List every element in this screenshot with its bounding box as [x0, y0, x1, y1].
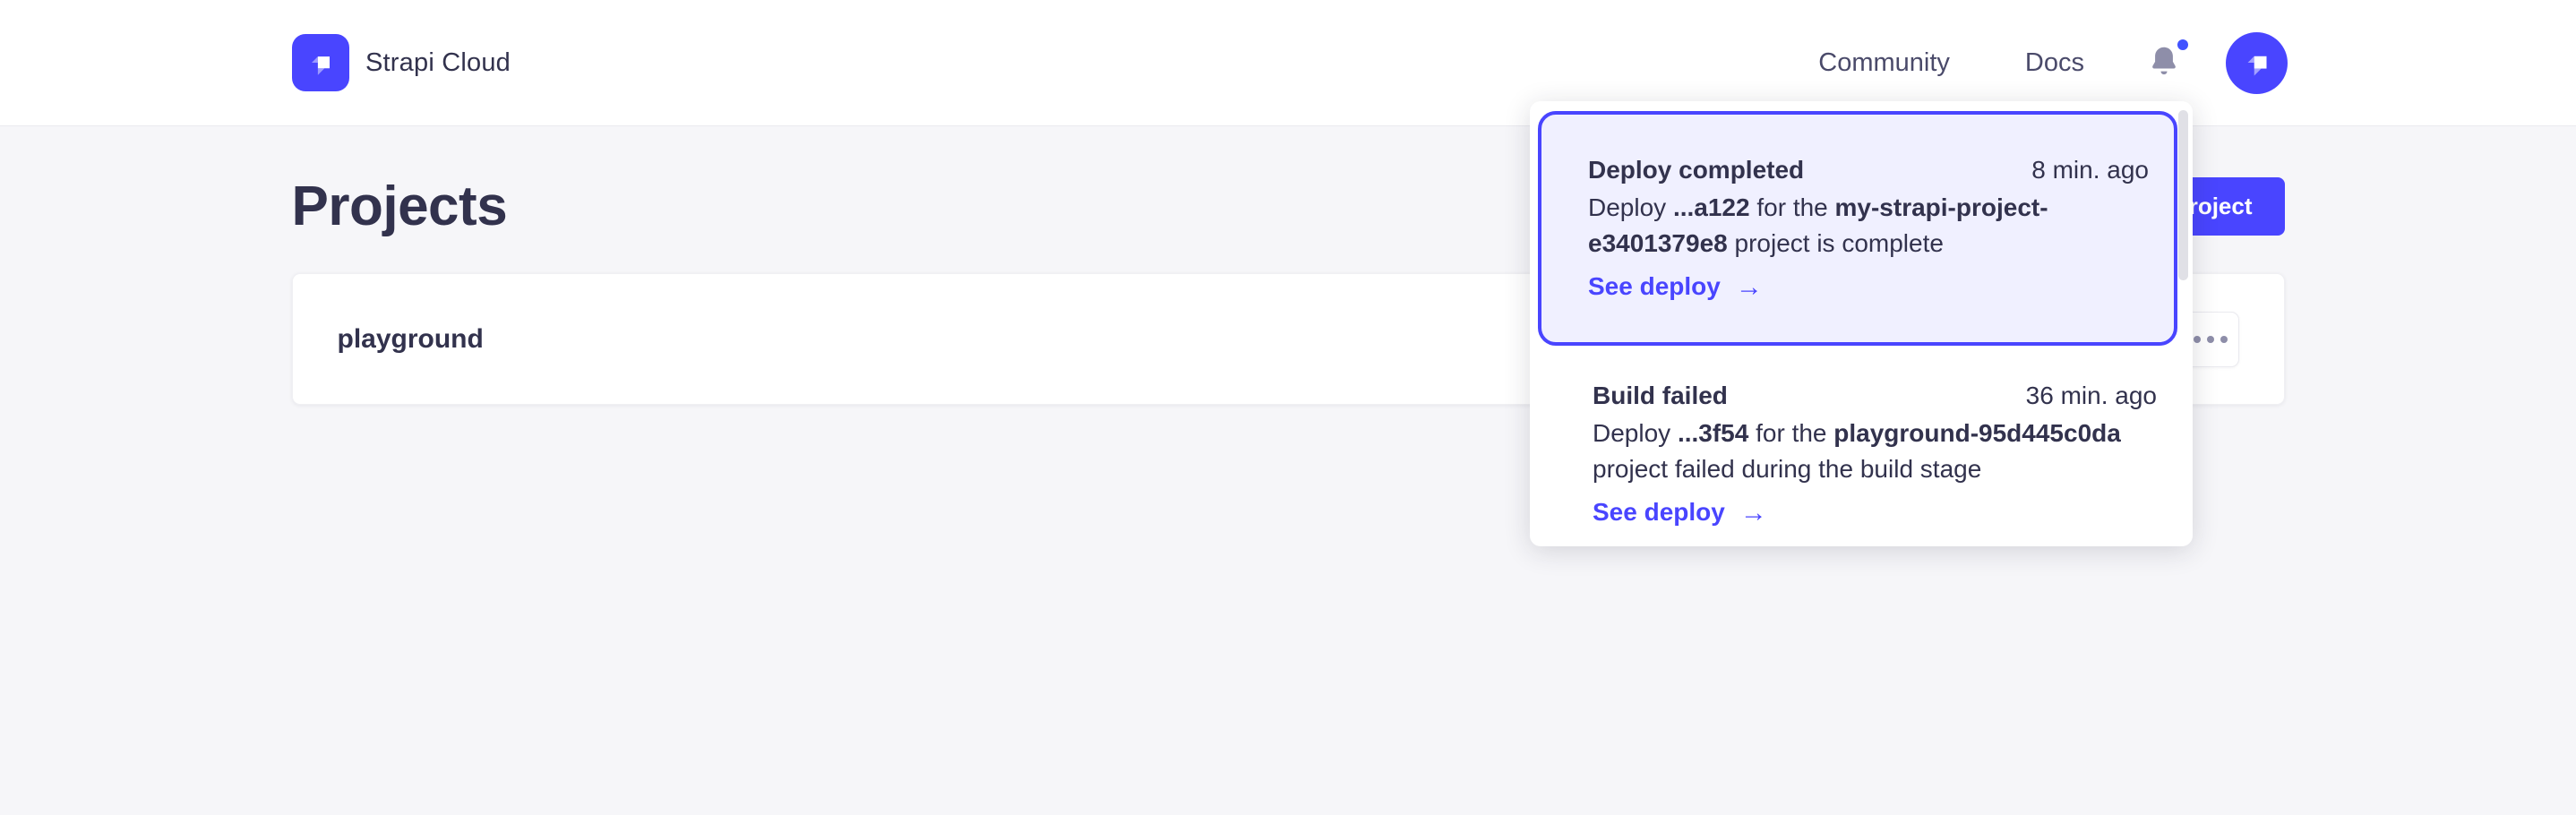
nav-links: Community Docs [1818, 32, 2288, 94]
project-name: playground [338, 324, 484, 355]
arrow-right-icon: → [1736, 274, 1763, 301]
ellipsis-icon [2220, 336, 2228, 343]
notification-header: Deploy completed 8 min. ago [1588, 152, 2149, 188]
nav-link-community[interactable]: Community [1818, 48, 1950, 78]
ellipsis-icon [2207, 336, 2214, 343]
ellipsis-icon [2194, 336, 2201, 343]
notification-title: Build failed [1593, 378, 1728, 414]
notification-item-deploy-completed[interactable]: Deploy completed 8 min. ago Deploy ...a1… [1538, 111, 2177, 346]
notifications-popover: Deploy completed 8 min. ago Deploy ...a1… [1530, 101, 2193, 546]
notification-timestamp: 36 min. ago [2026, 378, 2157, 414]
notification-header: Build failed 36 min. ago [1593, 378, 2157, 414]
brand[interactable]: Strapi Cloud [292, 34, 511, 91]
notification-dot [2177, 39, 2188, 50]
notification-item-build-failed[interactable]: Build failed 36 min. ago Deploy ...3f54 … [1530, 346, 2193, 527]
see-deploy-link[interactable]: See deploy → [1588, 272, 1763, 301]
strapi-logo-icon [292, 34, 349, 91]
strapi-logo-icon [2238, 44, 2276, 82]
avatar[interactable] [2226, 32, 2288, 94]
notification-body: Deploy ...a122 for the my-strapi-project… [1588, 190, 2149, 262]
bell-icon [2149, 45, 2179, 79]
notification-timestamp: 8 min. ago [2031, 152, 2149, 188]
see-deploy-label: See deploy [1588, 272, 1721, 301]
page-title: Projects [292, 175, 508, 238]
see-deploy-link[interactable]: See deploy → [1593, 498, 1767, 527]
notification-title: Deploy completed [1588, 152, 1804, 188]
notifications-button[interactable] [2149, 45, 2181, 81]
popover-scrollbar-thumb[interactable] [2178, 110, 2188, 280]
see-deploy-label: See deploy [1593, 498, 1725, 527]
notification-body: Deploy ...3f54 for the playground-95d445… [1593, 416, 2157, 487]
arrow-right-icon: → [1740, 500, 1767, 527]
brand-name: Strapi Cloud [365, 48, 511, 78]
nav-link-docs[interactable]: Docs [2025, 48, 2084, 78]
